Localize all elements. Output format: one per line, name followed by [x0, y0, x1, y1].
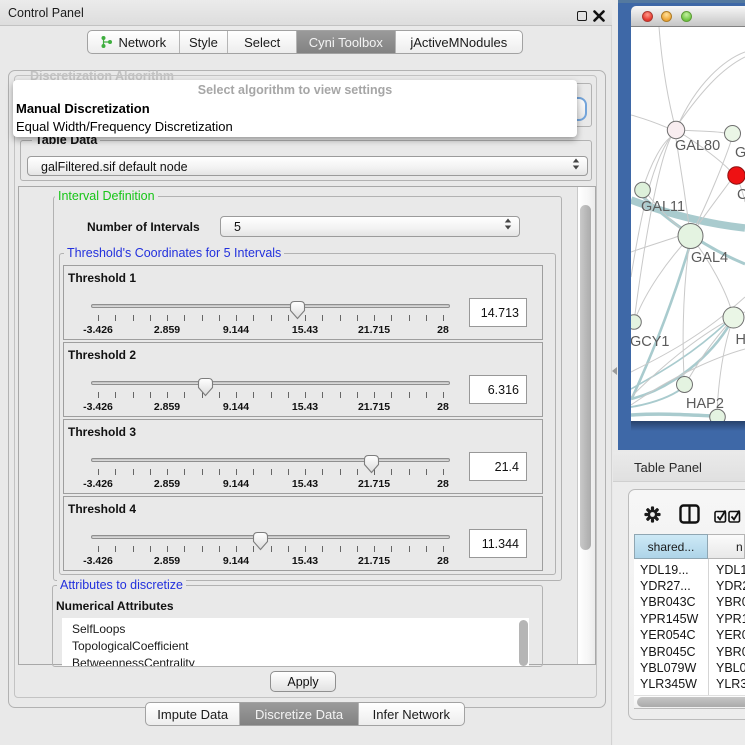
- svg-text:GAL11: GAL11: [641, 199, 685, 215]
- svg-text:GA: GA: [735, 145, 745, 161]
- svg-text:HAP2: HAP2: [686, 396, 724, 412]
- svg-text:GAL4: GAL4: [691, 250, 728, 266]
- svg-text:GAL80: GAL80: [675, 138, 720, 154]
- svg-text:H: H: [736, 332, 745, 348]
- svg-text:C: C: [737, 187, 745, 203]
- svg-text:GCY1: GCY1: [631, 334, 670, 350]
